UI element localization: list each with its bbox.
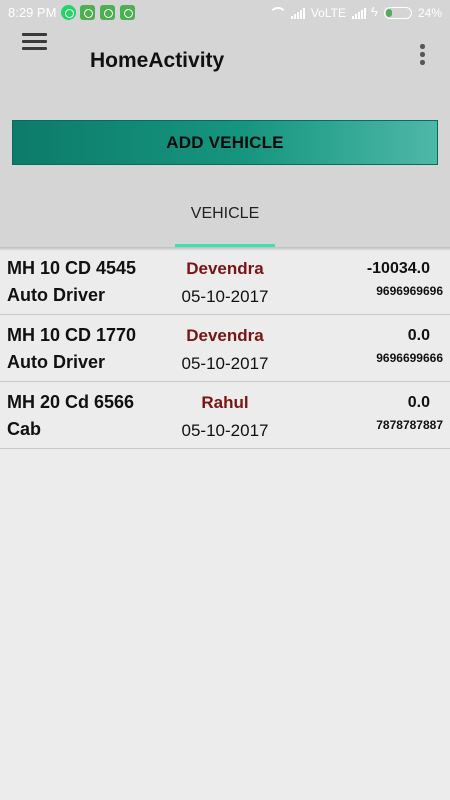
tab-vehicle[interactable]: VEHICLE <box>175 193 275 247</box>
driver-name: Devendra <box>186 326 264 345</box>
battery-icon <box>383 7 412 19</box>
add-vehicle-button[interactable]: ADD VEHICLE <box>12 120 438 165</box>
page-title: HomeActivity <box>90 49 225 72</box>
vehicle-date: 05-10-2017 <box>181 287 269 306</box>
vehicle-type: Cab <box>7 419 42 439</box>
vehicle-list: MH 10 CD 4545 Auto Driver Devendra 05-10… <box>0 248 450 449</box>
android-icon <box>100 5 115 20</box>
list-item[interactable]: MH 10 CD 4545 Auto Driver Devendra 05-10… <box>0 248 450 315</box>
wifi-icon <box>268 7 287 19</box>
vehicle-type: Auto Driver <box>7 352 106 372</box>
driver-name: Devendra <box>186 259 264 278</box>
driver-name: Rahul <box>201 393 249 412</box>
driver-phone: 9696969696 <box>376 284 443 298</box>
vehicle-date: 05-10-2017 <box>181 421 269 440</box>
list-item[interactable]: MH 10 CD 1770 Auto Driver Devendra 05-10… <box>0 315 450 382</box>
whatsapp-icon <box>61 5 76 20</box>
vehicle-amount: 0.0 <box>407 394 430 411</box>
network-label: VoLTE <box>310 6 346 20</box>
signal-icon <box>290 7 305 19</box>
vehicle-registration: MH 20 Cd 6566 <box>7 392 135 412</box>
vehicle-amount: 0.0 <box>407 327 430 344</box>
android-icon <box>120 5 135 20</box>
menu-icon[interactable] <box>22 31 48 51</box>
vehicle-amount: -10034.0 <box>366 260 430 277</box>
vehicle-registration: MH 10 CD 1770 <box>7 325 137 345</box>
more-options-icon[interactable] <box>414 42 430 68</box>
driver-phone: 7878787887 <box>376 418 443 432</box>
battery-fill <box>385 9 393 17</box>
status-bar: 8:29 PM VoLTE 24% <box>0 0 450 26</box>
battery-percent: 24% <box>417 6 442 20</box>
vehicle-type: Auto Driver <box>7 285 106 305</box>
list-item[interactable]: MH 20 Cd 6566 Cab Rahul 05-10-2017 0.0 7… <box>0 382 450 449</box>
status-time: 8:29 PM <box>8 5 57 20</box>
charging-icon <box>371 4 378 19</box>
android-icon <box>80 5 95 20</box>
signal-icon <box>351 7 366 19</box>
tab-vehicle-label: VEHICLE <box>190 205 260 222</box>
vehicle-registration: MH 10 CD 4545 <box>7 258 137 278</box>
vehicle-date: 05-10-2017 <box>181 354 269 373</box>
status-right-group: VoLTE 24% <box>268 4 442 21</box>
driver-phone: 9696699666 <box>376 351 443 365</box>
